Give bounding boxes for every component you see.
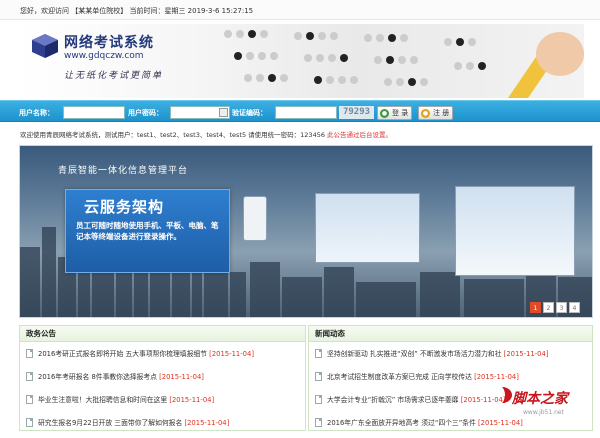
news-link[interactable]: 大学会计专业“折戟沉” 市场需求已逐年萎靡 — [327, 396, 459, 404]
list-item[interactable]: 2016考研正式报名即将开始 五大事项帮你梳理填报细节 [2015-11-04] — [26, 346, 305, 369]
document-icon — [26, 395, 33, 404]
announcement-text: 欢迎使用青辰网络考试系统，测试用户：test1、test2、test3、test… — [20, 131, 328, 139]
news-date: [2015-11-04] — [478, 419, 523, 427]
carousel-page-1[interactable]: 1 — [530, 302, 541, 313]
news-link[interactable]: 2016年广东全面放开异地高考 须过“四个三”条件 — [327, 419, 476, 427]
news-link[interactable]: 2016年考研报名 8件事教你选择报考点 — [38, 373, 157, 381]
document-icon — [315, 418, 322, 427]
announcement-note: 此公告通过后台设置。 — [327, 131, 393, 139]
news-date: [2015-11-04] — [159, 373, 204, 381]
register-button-label: 注 册 — [433, 109, 450, 117]
watermark-url: www.jb51.net — [523, 409, 564, 416]
keyboard-icon[interactable] — [219, 108, 228, 117]
news-date: [2015-11-04] — [503, 350, 549, 358]
list-item[interactable]: 坚持创新驱动 扎实推进“双创” 不断激发市场活力潜力和社 [2015-11-04… — [315, 346, 592, 369]
captcha-label: 验证编码： — [232, 109, 267, 117]
document-icon — [26, 418, 33, 427]
news-date: [2015-11-04] — [184, 419, 230, 427]
announcement-bar: 欢迎使用青辰网络考试系统，测试用户：test1、test2、test3、test… — [20, 129, 392, 139]
register-button[interactable]: ● 注 册 — [418, 106, 454, 120]
site-url: www.gdqczw.com — [64, 51, 144, 61]
login-bar: 用户名称： 用户密码： 验证编码： 79293 ● 登 录 ● 注 册 — [0, 100, 600, 122]
list-item[interactable]: 2016年考研报名 8件事教你选择报考点 [2015-11-04] — [26, 369, 305, 392]
news-date: [2015-11-04] — [209, 350, 254, 358]
announcements-title: 政务公告 — [20, 326, 305, 342]
laptop-image — [315, 193, 420, 263]
monitor-image — [455, 186, 575, 276]
register-icon: ● — [421, 109, 430, 118]
carousel-pager: 1234 — [528, 302, 580, 313]
site-slogan: 让无纸化考试更简单 — [64, 71, 164, 81]
username-label: 用户名称： — [19, 109, 54, 117]
news-date: [2015-11-04] — [474, 373, 519, 381]
news-link[interactable]: 毕业生注意啦！大批招聘信息和时间在这里 — [38, 396, 167, 404]
captcha-image[interactable]: 79293 — [339, 106, 374, 119]
document-icon — [26, 372, 33, 381]
news-link[interactable]: 研究生报名9月22日开放 三面带你了解如何报名 — [38, 419, 182, 427]
carousel-page-4[interactable]: 4 — [569, 302, 580, 313]
answer-sheet-image — [224, 30, 584, 98]
document-icon — [315, 395, 322, 404]
top-status-bar: 您好，欢迎访问 【某某单位院校】 当前时间：星期三 2019-3-6 15:27… — [0, 0, 600, 20]
header-banner: 网络考试系统 www.gdqczw.com 让无纸化考试更简单 — [18, 24, 584, 98]
news-title: 新闻动态 — [309, 326, 592, 342]
platform-title: 青辰智能一体化信息管理平台 — [58, 166, 189, 176]
login-icon: ● — [380, 109, 389, 118]
password-label: 用户密码： — [128, 109, 163, 117]
carousel-page-2[interactable]: 2 — [543, 302, 554, 313]
captcha-input[interactable] — [275, 106, 337, 119]
phone-image — [243, 196, 267, 241]
cloud-service-title: 云服务架构 — [84, 198, 165, 216]
document-icon — [315, 372, 322, 381]
watermark-text: 脚本之家 — [512, 391, 568, 407]
carousel-page-3[interactable]: 3 — [556, 302, 567, 313]
document-icon — [26, 349, 33, 358]
news-date: [2015-11-04] — [169, 396, 215, 404]
news-link[interactable]: 2016考研正式报名即将开始 五大事项帮你梳理填报细节 — [38, 350, 207, 358]
announcements-panel: 政务公告 2016考研正式报名即将开始 五大事项帮你梳理填报细节 [2015-1… — [19, 325, 306, 431]
login-button-label: 登 录 — [392, 109, 409, 117]
cloud-service-box: 云服务架构 员工可随时随地使用手机、平板、电脑、笔记本等终端设备进行登录操作。 — [65, 189, 230, 273]
list-item[interactable]: 毕业生注意啦！大批招聘信息和时间在这里 [2015-11-04] — [26, 392, 305, 415]
news-link[interactable]: 坚持创新驱动 扎实推进“双创” 不断激发市场活力潜力和社 — [327, 350, 502, 358]
username-input[interactable] — [63, 106, 125, 119]
site-title: 网络考试系统 — [64, 35, 154, 51]
promo-carousel[interactable]: 青辰智能一体化信息管理平台 云服务架构 员工可随时随地使用手机、平板、电脑、笔记… — [19, 145, 593, 318]
login-button[interactable]: ● 登 录 — [377, 106, 413, 120]
document-icon — [315, 349, 322, 358]
cloud-service-desc: 员工可随时随地使用手机、平板、电脑、笔记本等终端设备进行登录操作。 — [76, 221, 219, 241]
news-link[interactable]: 北京考试招生制度改革方案已完成 正向学校传达 — [327, 373, 472, 381]
logo-icon — [32, 34, 58, 58]
welcome-text: 您好，欢迎访问 【某某单位院校】 当前时间：星期三 2019-3-6 15:27… — [20, 7, 254, 15]
